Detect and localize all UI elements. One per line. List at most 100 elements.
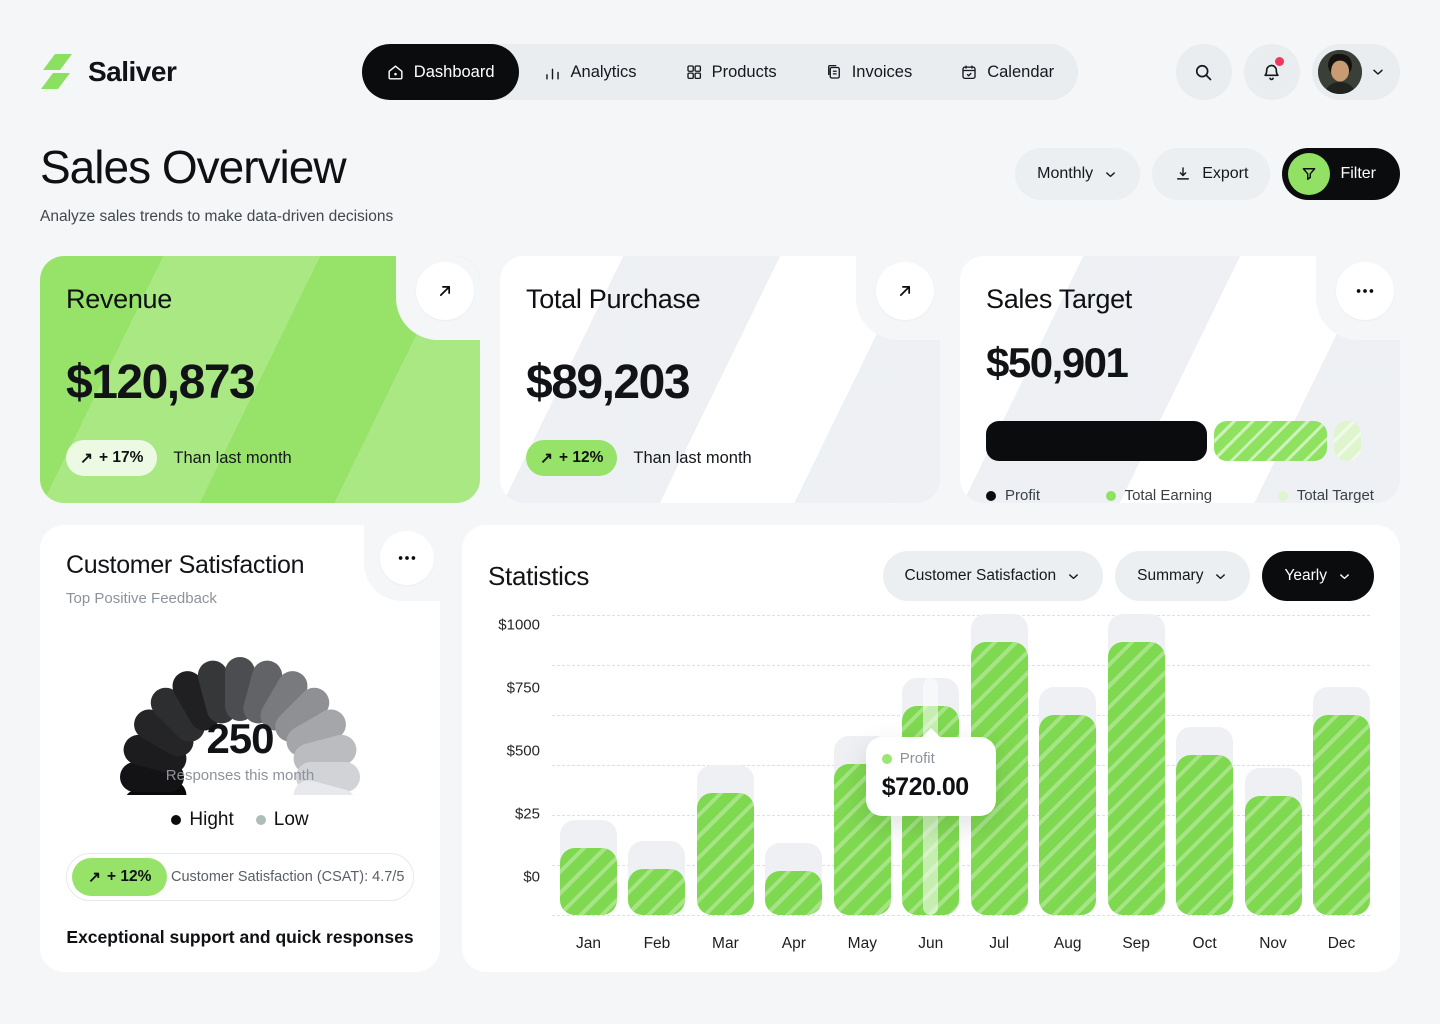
bar-column-apr[interactable]: Apr	[765, 615, 822, 915]
page-title: Sales Overview	[40, 140, 393, 194]
y-tick-label: $25	[488, 806, 540, 823]
bar-column-sep[interactable]: Sep	[1108, 615, 1165, 915]
top-right-actions	[1080, 44, 1400, 100]
nav-label: Dashboard	[414, 63, 495, 82]
satisfaction-gauge: 250 Responses this month	[85, 617, 395, 795]
chevron-down-icon	[1066, 569, 1081, 584]
progress-segment	[986, 421, 1207, 461]
nav-item-products[interactable]: Products	[661, 44, 801, 100]
search-icon	[1193, 62, 1214, 83]
mode-select-label: Summary	[1137, 567, 1203, 585]
arrow-up-right-icon	[435, 281, 455, 301]
nav-item-invoices[interactable]: Invoices	[801, 44, 937, 100]
tooltip-series: Profit	[882, 750, 980, 767]
mode-select[interactable]: Summary	[1115, 551, 1250, 601]
period-select[interactable]: Monthly	[1015, 148, 1140, 200]
ellipsis-icon	[396, 547, 418, 569]
page-subtitle: Analyze sales trends to make data-driven…	[40, 208, 393, 226]
bar-column-oct[interactable]: Oct	[1176, 615, 1233, 915]
x-tick-label: Oct	[1193, 935, 1217, 953]
avatar	[1318, 50, 1362, 94]
period-select-label: Monthly	[1037, 165, 1093, 183]
ellipsis-icon	[1354, 280, 1376, 302]
trend-up-icon: ↗	[88, 868, 101, 887]
nav-label: Analytics	[571, 63, 637, 82]
tooltip-value: $720.00	[882, 773, 980, 802]
x-tick-label: Dec	[1328, 935, 1356, 953]
range-select[interactable]: Yearly	[1262, 551, 1374, 601]
legend-item: Total Target	[1278, 487, 1374, 503]
bar-fill	[1313, 715, 1370, 915]
bar-column-aug[interactable]: Aug	[1039, 615, 1096, 915]
bar-fill	[765, 871, 822, 915]
bar-column-jan[interactable]: Jan	[560, 615, 617, 915]
legend-dot	[1106, 491, 1116, 501]
brand: Saliver	[40, 53, 360, 91]
cs-more-button[interactable]	[380, 531, 434, 585]
nav-label: Invoices	[852, 63, 913, 82]
nav-item-analytics[interactable]: Analytics	[519, 44, 661, 100]
purchase-delta-badge: ↗ + 12%	[526, 440, 617, 476]
revenue-delta-badge: ↗ + 17%	[66, 440, 157, 476]
metric-select[interactable]: Customer Satisfaction	[883, 551, 1104, 601]
nav-item-calendar[interactable]: Calendar	[936, 44, 1078, 100]
statistics-header: Statistics Customer Satisfaction Summary	[488, 551, 1374, 601]
export-button[interactable]: Export	[1152, 148, 1270, 200]
csat-text: Customer Satisfaction (CSAT): 4.7/5	[167, 869, 408, 885]
user-menu[interactable]	[1312, 44, 1400, 100]
page-head: Sales Overview Analyze sales trends to m…	[0, 100, 1440, 226]
search-button[interactable]	[1176, 44, 1232, 100]
main-nav: Dashboard Analytics Prod	[362, 44, 1078, 100]
legend-dot	[1278, 491, 1288, 501]
bar-fill	[1245, 796, 1302, 915]
bar-column-dec[interactable]: Dec	[1313, 615, 1370, 915]
sales-target-value: $50,901	[986, 339, 1374, 387]
revenue-value: $120,873	[66, 355, 454, 410]
bar-fill	[697, 793, 754, 915]
bar-fill	[1108, 642, 1165, 915]
nav-item-dashboard[interactable]: Dashboard	[362, 44, 519, 100]
export-button-label: Export	[1202, 165, 1248, 183]
x-tick-label: Sep	[1122, 935, 1150, 953]
legend-dot	[986, 491, 996, 501]
csat-pill: ↗ + 12% Customer Satisfaction (CSAT): 4.…	[66, 853, 414, 901]
x-tick-label: Jun	[918, 935, 943, 953]
metric-select-label: Customer Satisfaction	[905, 567, 1057, 585]
grid-icon	[685, 63, 703, 81]
home-icon	[386, 63, 405, 82]
gauge-legend: Hight Low	[66, 809, 414, 831]
x-tick-label: May	[848, 935, 877, 953]
low-dot	[256, 815, 266, 825]
y-tick-label: $0	[488, 869, 540, 886]
x-tick-label: Apr	[782, 935, 806, 953]
statistics-card: Statistics Customer Satisfaction Summary	[462, 525, 1400, 972]
bar-column-jun[interactable]: Profit$720.00Jun	[902, 615, 959, 915]
calendar-icon	[960, 63, 978, 81]
brand-name: Saliver	[88, 56, 176, 88]
dashboard-page: Saliver Dashboard An	[0, 0, 1440, 1024]
x-tick-label: Jan	[576, 935, 601, 953]
customer-satisfaction-card: Customer Satisfaction Top Positive Feedb…	[40, 525, 440, 972]
legend-high-label: Hight	[189, 809, 233, 831]
chart-tooltip: Profit $720.00	[866, 737, 996, 816]
statistics-title: Statistics	[488, 561, 883, 592]
notification-dot	[1275, 57, 1284, 66]
purchase-expand-button[interactable]	[876, 262, 934, 320]
x-tick-label: Mar	[712, 935, 739, 953]
sales-target-more-button[interactable]	[1336, 262, 1394, 320]
legend-item: Profit	[986, 487, 1040, 503]
gauge-value: 250	[85, 715, 395, 763]
trend-up-icon: ↗	[540, 449, 553, 468]
revenue-expand-button[interactable]	[416, 262, 474, 320]
notifications-button[interactable]	[1244, 44, 1300, 100]
bar-column-mar[interactable]: Mar	[697, 615, 754, 915]
x-tick-label: Aug	[1054, 935, 1082, 953]
progress-segment	[1334, 421, 1361, 461]
stat-cards-row: Revenue $120,873 ↗ + 17% Than last month	[0, 226, 1440, 503]
bar-column-nov[interactable]: Nov	[1245, 615, 1302, 915]
bar-column-feb[interactable]: Feb	[628, 615, 685, 915]
filter-button[interactable]: Filter	[1282, 148, 1400, 200]
filter-button-label: Filter	[1340, 165, 1376, 183]
y-tick-label: $750	[488, 680, 540, 697]
sales-target-card: Sales Target $50,901 ProfitTotal Earning…	[960, 256, 1400, 503]
